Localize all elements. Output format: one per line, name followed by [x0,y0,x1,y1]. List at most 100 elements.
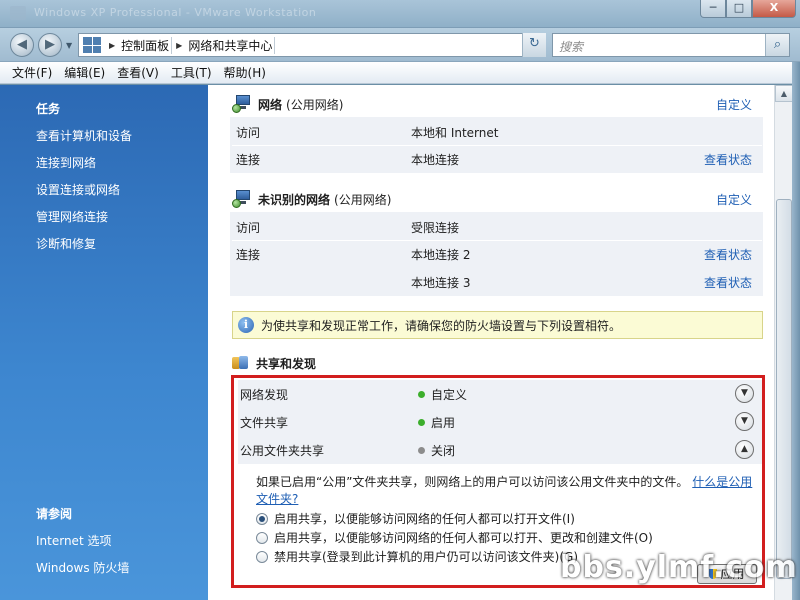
connection-value: 本地连接 3 [411,276,471,290]
window-border [792,62,800,600]
row-divider [232,240,762,241]
view-status-link[interactable]: 查看状态 [704,151,752,168]
title-bar: Windows XP Professional - VMware Worksta… [0,0,800,28]
file-sharing-row[interactable]: 文件共享 启用 ▼ [238,408,762,436]
scroll-thumb[interactable] [776,199,792,579]
access-value: 本地和 Internet [411,126,499,140]
window-controls: ─ □ X [700,0,796,18]
breadcrumb-separator-icon[interactable]: ▶ [176,41,182,50]
refresh-button[interactable]: ↻ [522,33,546,57]
option-disable-sharing[interactable]: 禁用共享(登录到此计算机的用户仍可以访问该文件夹)(G) [256,548,578,565]
sidebar-item-diagnose[interactable]: 诊断和修复 [36,235,96,252]
recent-pages-dropdown-icon[interactable]: ▼ [66,41,72,50]
status-on-icon [418,391,425,398]
option-label: 启用共享，以便能够访问网络的任何人都可以打开文件(I) [274,512,575,526]
info-icon: i [238,317,254,333]
radio-selected-icon[interactable] [256,512,268,525]
collapse-chevron-up-icon[interactable]: ▲ [735,440,754,459]
expand-chevron-down-icon[interactable]: ▼ [735,384,754,403]
menu-edit[interactable]: 编辑(E) [64,64,105,81]
search-placeholder: 搜索 [559,40,584,54]
network-discovery-row[interactable]: 网络发现 自定义 ▼ [238,380,762,408]
network-1-header: 网络 (公用网络) [232,94,343,114]
customize-link[interactable]: 自定义 [716,96,752,113]
sharing-discovery-header: 共享和发现 [232,353,316,373]
close-button[interactable]: X [752,0,796,18]
sidebar-item-setup-connection[interactable]: 设置连接或网络 [36,181,120,198]
access-label: 访问 [236,221,261,235]
sidebar-item-manage-connections[interactable]: 管理网络连接 [36,208,108,225]
scroll-up-icon[interactable]: ▲ [775,85,793,102]
forward-arrow-icon: ▶ [45,37,55,52]
status-on-icon [418,419,425,426]
setting-value: 自定义 [431,388,468,402]
connection-value: 本地连接 2 [411,248,471,262]
option-share-readwrite[interactable]: 启用共享，以便能够访问网络的任何人都可以打开、更改和创建文件(O) [256,529,653,546]
search-button[interactable]: ⌕ [765,34,789,56]
radio-unselected-icon[interactable] [256,550,268,563]
sidebar-item-view-computers[interactable]: 查看计算机和设备 [36,127,132,144]
network-icon [232,190,254,208]
network-type: (公用网络) [334,192,392,207]
back-arrow-icon: ◀ [17,37,27,52]
setting-label: 文件共享 [240,416,289,430]
setting-value: 关闭 [431,444,456,458]
radio-unselected-icon[interactable] [256,531,268,544]
menu-help[interactable]: 帮助(H) [224,64,266,81]
see-also-heading: 请参阅 [36,507,73,521]
description-text: 如果已启用“公用”文件夹共享，则网络上的用户可以访问该公用文件夹中的文件。 [256,475,689,489]
address-bar[interactable]: ▶ 控制面板 ▶ 网络和共享中心 ▼ [78,33,546,57]
minimize-button[interactable]: ─ [700,0,726,18]
access-label: 访问 [236,126,261,140]
connection-label: 连接 [236,248,261,262]
option-share-read[interactable]: 启用共享，以便能够访问网络的任何人都可以打开文件(I) [256,510,575,527]
menu-file[interactable]: 文件(F) [12,64,52,81]
customize-link[interactable]: 自定义 [716,191,752,208]
public-folder-sharing-row[interactable]: 公用文件夹共享 关闭 ▲ [238,436,762,464]
refresh-icon: ↻ [529,36,540,51]
public-folder-description: 如果已启用“公用”文件夹共享，则网络上的用户可以访问该公用文件夹中的文件。 什么… [256,474,754,508]
sharing-icon [232,355,248,371]
info-text: 为使共享和发现正常工作，请确保您的防火墙设置与下列设置相符。 [261,318,622,333]
navigation-bar: ◀ ▶ ▼ ▶ 控制面板 ▶ 网络和共享中心 ▼ ↻ 搜索 ⌕ [0,28,800,62]
sidebar-item-firewall[interactable]: Windows 防火墙 [36,559,129,576]
firewall-info-bar: i 为使共享和发现正常工作，请确保您的防火墙设置与下列设置相符。 [232,311,763,339]
window-icon [10,6,26,20]
status-off-icon [418,447,425,454]
vertical-scrollbar[interactable]: ▲ [774,85,793,600]
maximize-button[interactable]: □ [726,0,752,18]
back-button[interactable]: ◀ [10,33,34,57]
menu-bar: 文件(F) 编辑(E) 查看(V) 工具(T) 帮助(H) [0,62,800,84]
forum-watermark: bbs.ylmf.com [560,550,798,585]
row-divider [232,145,762,146]
sidebar-item-connect-network[interactable]: 连接到网络 [36,154,96,171]
option-label: 禁用共享(登录到此计算机的用户仍可以访问该文件夹)(G) [274,550,579,564]
setting-label: 网络发现 [240,388,289,402]
access-value: 受限连接 [411,221,460,235]
network-2-details [230,212,763,296]
network-icon [232,95,254,113]
view-status-link[interactable]: 查看状态 [704,274,752,291]
setting-label: 公用文件夹共享 [240,444,325,458]
connection-label: 连接 [236,153,261,167]
breadcrumb-network-center[interactable]: 网络和共享中心 [186,36,276,54]
network-name: 网络 [258,97,283,112]
network-name: 未识别的网络 [258,192,331,207]
forward-button[interactable]: ▶ [38,33,62,57]
expand-chevron-down-icon[interactable]: ▼ [735,412,754,431]
window-title: Windows XP Professional - VMware Worksta… [34,6,317,19]
sidebar-item-internet-options[interactable]: Internet 选项 [36,532,111,549]
network-type: (公用网络) [286,97,344,112]
setting-value: 启用 [431,416,456,430]
view-status-link[interactable]: 查看状态 [704,246,752,263]
breadcrumb-control-panel[interactable]: 控制面板 [119,36,173,54]
breadcrumb-separator-icon[interactable]: ▶ [109,41,115,50]
sharing-title: 共享和发现 [256,356,317,371]
search-input[interactable]: 搜索 ⌕ [552,33,790,57]
connection-value: 本地连接 [411,153,460,167]
menu-view[interactable]: 查看(V) [117,64,159,81]
menu-tools[interactable]: 工具(T) [171,64,212,81]
task-sidebar: 任务 查看计算机和设备 连接到网络 设置连接或网络 管理网络连接 诊断和修复 请… [0,85,208,600]
control-panel-icon [83,37,101,53]
tasks-heading: 任务 [36,102,61,116]
